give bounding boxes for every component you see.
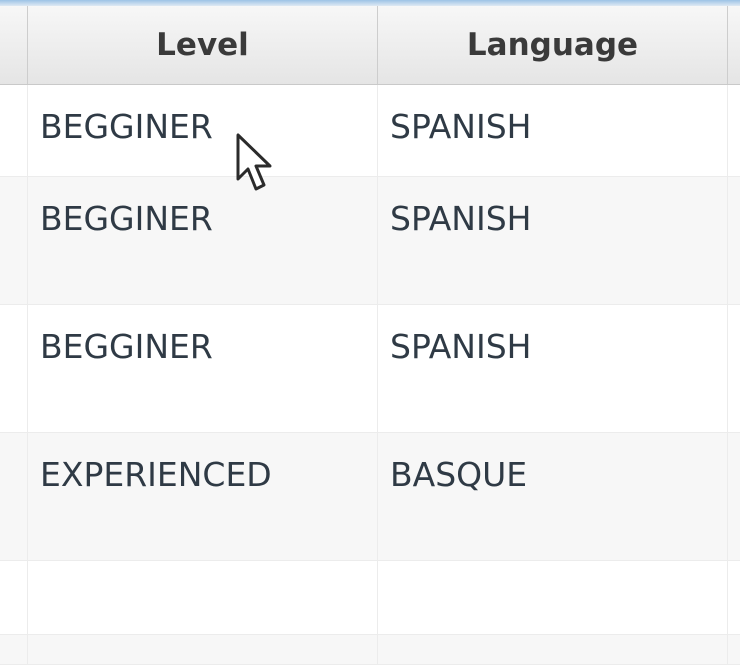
table-row[interactable]: BEGGINER SPANISH <box>0 305 740 433</box>
mouse-pointer-icon <box>236 133 272 191</box>
data-table: Level Language BEGGINER SPANISH BEGGINER… <box>0 6 740 665</box>
table-cell[interactable] <box>0 305 28 432</box>
table-cell[interactable] <box>728 305 740 432</box>
level-cell[interactable]: BEGGINER <box>28 85 378 176</box>
level-cell[interactable] <box>28 561 378 634</box>
table-cell[interactable] <box>0 85 28 176</box>
language-cell[interactable]: BASQUE <box>378 433 728 560</box>
level-cell[interactable]: BEGGINER <box>28 177 378 304</box>
table-cell[interactable] <box>728 177 740 304</box>
language-cell[interactable]: SPANISH <box>378 305 728 432</box>
table-row[interactable] <box>0 561 740 635</box>
table-cell[interactable] <box>0 433 28 560</box>
column-header-level[interactable]: Level <box>28 6 378 84</box>
table-row[interactable]: BEGGINER SPANISH <box>0 177 740 305</box>
language-cell[interactable]: SPANISH <box>378 85 728 176</box>
table-row[interactable]: EXPERIENCED BASQUE <box>0 433 740 561</box>
table-cell[interactable] <box>0 177 28 304</box>
level-cell[interactable]: EXPERIENCED <box>28 433 378 560</box>
level-cell[interactable]: BEGGINER <box>28 305 378 432</box>
column-header-previous[interactable] <box>0 6 28 84</box>
table-cell[interactable] <box>728 85 740 176</box>
table-row[interactable] <box>0 635 740 665</box>
table-row[interactable]: BEGGINER SPANISH <box>0 85 740 177</box>
table-header: Level Language <box>0 6 740 85</box>
column-header-language[interactable]: Language <box>378 6 728 84</box>
language-cell[interactable] <box>378 561 728 634</box>
table-cell[interactable] <box>0 561 28 634</box>
table-cell[interactable] <box>728 561 740 634</box>
language-cell[interactable]: SPANISH <box>378 177 728 304</box>
column-header-next[interactable] <box>728 6 740 84</box>
table-cell[interactable] <box>728 433 740 560</box>
